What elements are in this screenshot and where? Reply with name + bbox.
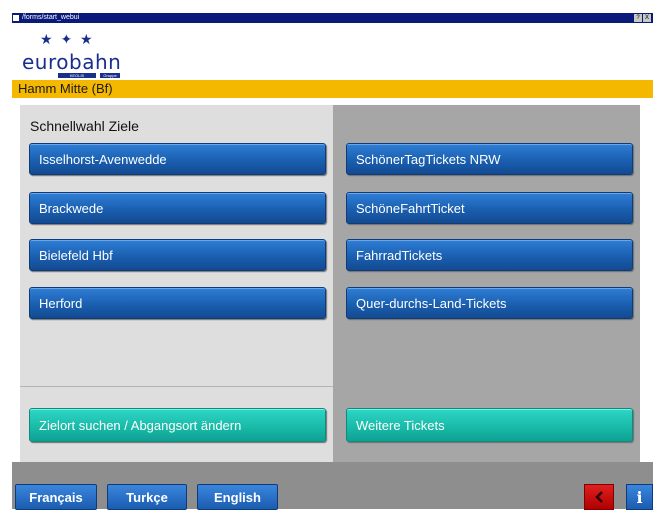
ticket-button-schoenertag[interactable]: SchönerTagTickets NRW: [346, 143, 633, 175]
back-arrow-icon: [595, 491, 603, 503]
destination-button-bielefeld[interactable]: Bielefeld Hbf: [29, 239, 326, 271]
more-tickets-button[interactable]: Weitere Tickets: [346, 408, 633, 442]
back-button[interactable]: [584, 484, 614, 510]
station-name: Hamm Mitte (Bf): [18, 81, 113, 96]
window-controls: ? X: [634, 14, 651, 22]
logo-sub1: KEOLIS: [58, 73, 96, 78]
help-icon[interactable]: ?: [634, 14, 642, 22]
ticket-button-fahrrad[interactable]: FahrradTickets: [346, 239, 633, 271]
logo-sub2: Gruppe: [100, 73, 120, 78]
language-button-french[interactable]: Français: [15, 484, 97, 510]
station-bar: Hamm Mitte (Bf): [12, 80, 653, 98]
language-button-turkish[interactable]: Turkçe: [107, 484, 187, 510]
window-title: /forms/start_webui: [22, 14, 80, 21]
language-button-english[interactable]: English: [197, 484, 278, 510]
header: ★ ✦ ★ eurobahn KEOLIS Gruppe: [12, 23, 653, 80]
logo-wordmark: eurobahn: [22, 50, 122, 74]
info-button[interactable]: i: [626, 484, 653, 510]
window-titlebar: /forms/start_webui ? X: [12, 13, 653, 23]
ticket-button-querdurchsland[interactable]: Quer-durchs-Land-Tickets: [346, 287, 633, 319]
logo-stars-icon: ★ ✦ ★: [40, 31, 95, 47]
destination-button-herford[interactable]: Herford: [29, 287, 326, 319]
ticket-button-schoenefahrt[interactable]: SchöneFahrtTicket: [346, 192, 633, 224]
quick-select-heading: Schnellwahl Ziele: [30, 118, 139, 134]
search-destination-button[interactable]: Zielort suchen / Abgangsort ändern: [29, 408, 326, 442]
window-menu-icon[interactable]: [13, 15, 19, 21]
eurobahn-logo: ★ ✦ ★ eurobahn KEOLIS Gruppe: [22, 31, 132, 79]
info-icon: i: [636, 487, 643, 507]
close-icon[interactable]: X: [643, 14, 651, 22]
destination-button-isselhorst[interactable]: Isselhorst-Avenwedde: [29, 143, 326, 175]
panel-divider: [20, 386, 333, 387]
destination-button-brackwede[interactable]: Brackwede: [29, 192, 326, 224]
